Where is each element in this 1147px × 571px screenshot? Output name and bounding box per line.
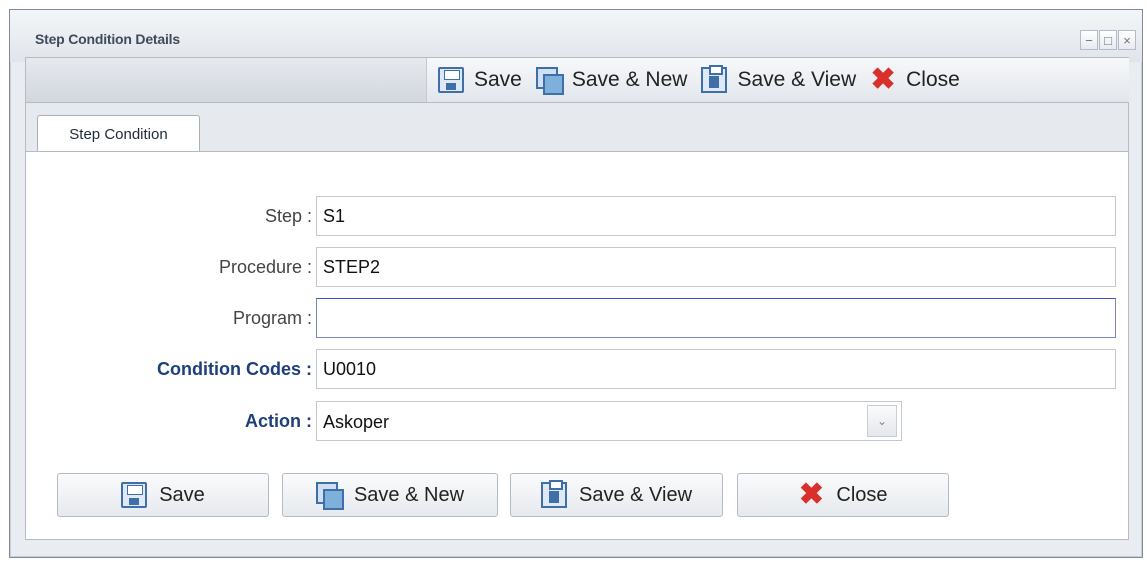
procedure-label: Procedure : (218, 257, 312, 277)
window-close-button[interactable]: × (1118, 30, 1136, 50)
toolbar-save-label: Save (474, 68, 522, 91)
action-select-value: Askoper (323, 412, 390, 432)
action-row: Action : Askoper ⌄ (26, 401, 1130, 441)
step-label: Step : (264, 206, 312, 226)
close-button-label: Close (836, 483, 888, 506)
tab-strip: Step Condition (25, 103, 1129, 153)
save-icon (438, 67, 464, 93)
save-view-icon (701, 65, 728, 93)
maximize-button[interactable]: □ (1099, 30, 1117, 50)
save-view-button-label: Save & View (578, 483, 693, 506)
save-button[interactable]: Save (57, 473, 269, 517)
toolbar-actions: Save Save & New Save & View ✖ Close (426, 58, 1129, 102)
top-toolbar: Save Save & New Save & View ✖ Close (25, 57, 1129, 103)
chevron-down-icon[interactable]: ⌄ (867, 405, 897, 437)
close-icon: ✖ (798, 478, 824, 511)
program-label: Program : (232, 308, 312, 328)
save-button-label: Save (159, 483, 205, 506)
toolbar-save-view-button[interactable]: Save & View (701, 65, 857, 93)
save-new-icon (315, 482, 344, 510)
bottom-buttons: Save Save & New Save & View ✖ Close (26, 473, 1130, 517)
close-button[interactable]: ✖ Close (737, 473, 949, 517)
save-new-button-label: Save & New (353, 483, 465, 506)
save-view-icon (540, 480, 567, 508)
procedure-row: Procedure : STEP2 (26, 247, 1130, 287)
toolbar-close-button[interactable]: ✖ Close (870, 63, 960, 96)
step-row: Step : S1 (26, 196, 1130, 236)
window-title: Step Condition Details (35, 31, 180, 47)
save-view-button[interactable]: Save & View (510, 473, 723, 517)
tab-step-condition[interactable]: Step Condition (37, 115, 200, 153)
save-icon (121, 482, 148, 508)
toolbar-save-view-label: Save & View (737, 68, 857, 91)
condition-codes-field[interactable]: U0010 (316, 349, 1116, 389)
step-field[interactable]: S1 (316, 196, 1116, 236)
form-panel: Step : S1 Procedure : STEP2 Program : Co… (25, 151, 1129, 540)
toolbar-save-new-label: Save & New (571, 68, 688, 91)
condition-codes-row: Condition Codes : U0010 (26, 349, 1130, 389)
action-select[interactable]: Askoper ⌄ (316, 401, 902, 441)
window-titlebar[interactable]: Step Condition Details − □ × (10, 10, 1142, 62)
minimize-button[interactable]: − (1080, 30, 1098, 50)
procedure-field[interactable]: STEP2 (316, 247, 1116, 287)
window-controls: − □ × (1080, 30, 1136, 50)
step-condition-details-window: Step Condition Details − □ × Save Save &… (9, 9, 1143, 558)
close-icon: ✖ (870, 63, 896, 96)
program-row: Program : (26, 298, 1130, 338)
condition-codes-label: Condition Codes : (157, 359, 312, 379)
save-new-icon (535, 67, 564, 95)
action-label: Action : (245, 411, 312, 431)
save-new-button[interactable]: Save & New (282, 473, 498, 517)
toolbar-save-new-button[interactable]: Save & New (535, 67, 688, 95)
toolbar-save-button[interactable]: Save (438, 67, 522, 93)
program-field[interactable] (316, 298, 1116, 338)
toolbar-close-label: Close (906, 68, 960, 91)
